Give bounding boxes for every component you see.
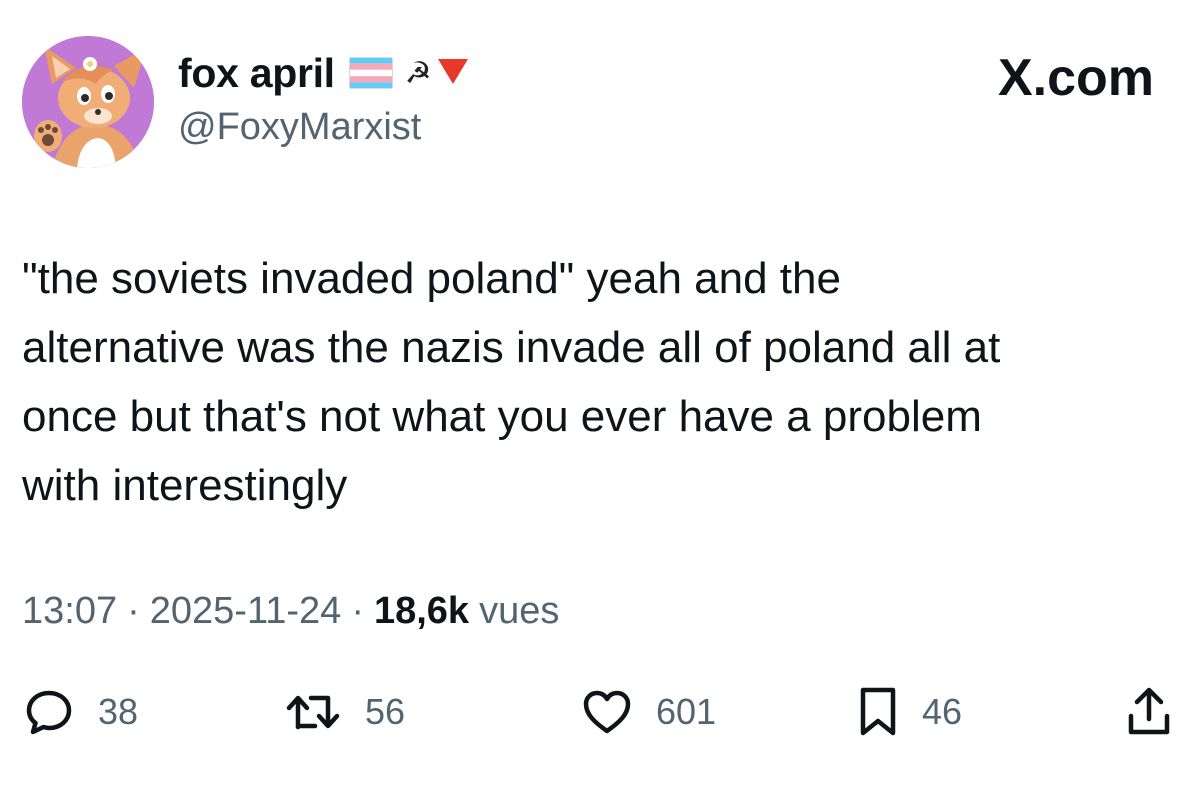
share-icon: [1128, 687, 1170, 735]
heart-icon: [583, 690, 631, 734]
hammer-sickle-icon: ☭: [404, 56, 432, 90]
user-handle[interactable]: @FoxyMarxist: [178, 106, 421, 149]
avatar[interactable]: [22, 36, 154, 168]
meta-separator: ·: [351, 590, 364, 632]
views-label: vues: [479, 590, 560, 632]
share-button[interactable]: [1126, 682, 1172, 742]
fox-avatar-illustration: [22, 36, 154, 168]
tweet-card: fox april ☭ @FoxyMarxist X.com "the sovi…: [0, 0, 1200, 787]
display-name[interactable]: fox april: [178, 50, 335, 97]
retweet-button[interactable]: 56: [285, 682, 405, 742]
reply-count: 38: [98, 691, 139, 732]
red-triangle-icon: [436, 56, 470, 91]
bookmark-count: 46: [922, 691, 963, 732]
bookmark-button[interactable]: 46: [858, 682, 962, 742]
tweet-date[interactable]: 2025-11-24: [150, 590, 342, 633]
reply-button[interactable]: 38: [24, 682, 138, 742]
retweet-icon: [286, 695, 340, 730]
views-count: 18,6k: [373, 590, 470, 632]
brand-label: X.com: [997, 49, 1154, 107]
like-button[interactable]: 601: [582, 682, 716, 742]
tweet-meta: 13:07 · 2025-11-24 · 18,6k vues: [22, 590, 559, 633]
tweet-text: "the soviets invaded poland" yeah and th…: [22, 254, 1001, 510]
x-brand-logo: X.com: [998, 48, 1154, 108]
reply-icon: [26, 690, 72, 735]
like-count: 601: [656, 691, 717, 732]
display-name-row: fox april ☭: [178, 48, 470, 98]
tweet-time[interactable]: 13:07: [22, 590, 117, 633]
retweet-count: 56: [365, 691, 406, 732]
bookmark-icon: [860, 687, 896, 736]
trans-flag-icon: [348, 57, 393, 89]
meta-separator: ·: [127, 590, 140, 632]
